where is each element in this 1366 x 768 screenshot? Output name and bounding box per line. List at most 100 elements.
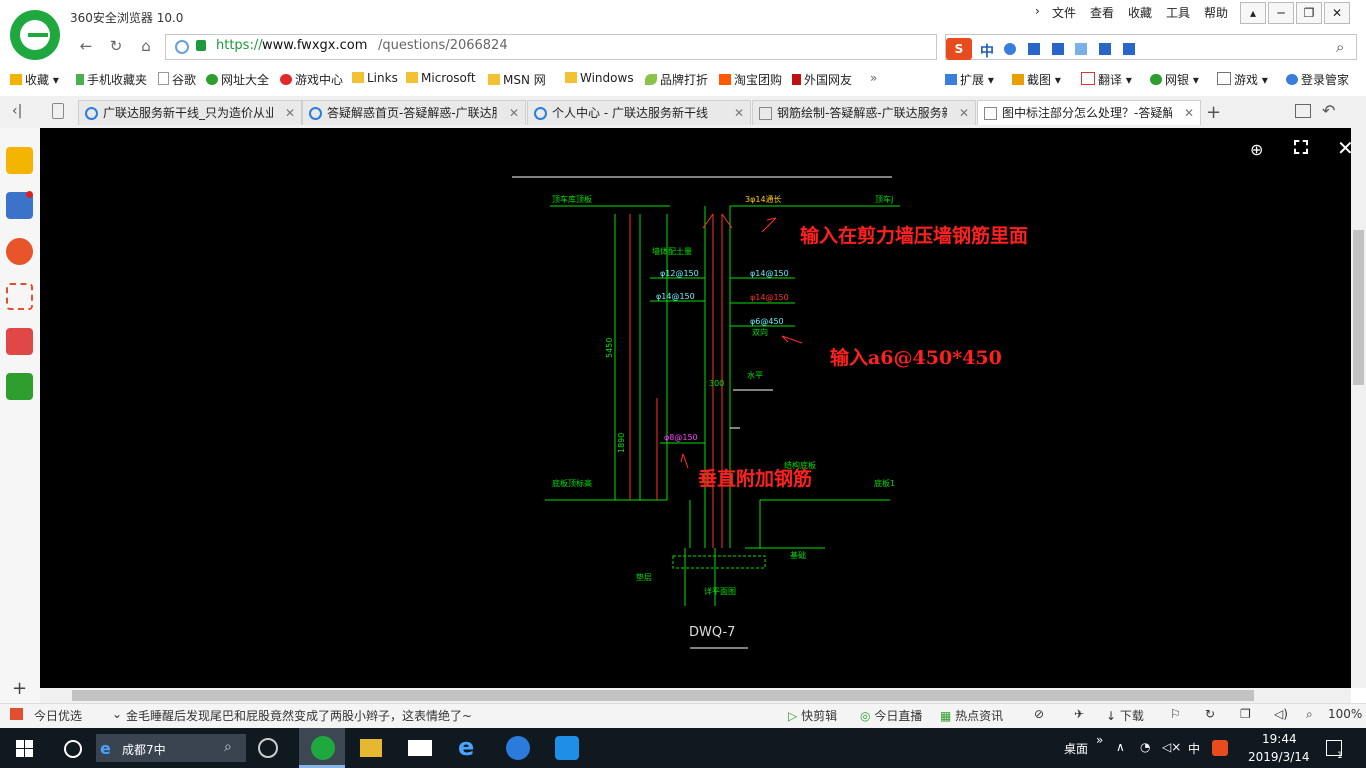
star-icon — [10, 74, 22, 85]
skin-button[interactable]: ▴ — [1240, 2, 1266, 24]
tab-4[interactable]: 钢筋绘制-答疑解惑-广联达服务新 ✕ — [752, 100, 976, 125]
tab-2[interactable]: 答疑解惑首页-答疑解惑-广联达服 ✕ — [302, 100, 526, 125]
tab-5-active[interactable]: 图中标注部分怎么处理？-答疑解 ✕ — [977, 100, 1201, 125]
status-zoom-level[interactable]: 100% — [1328, 707, 1362, 721]
bookmark-foreign[interactable]: 外国网友 — [792, 71, 852, 88]
status-ie-icon[interactable]: ⊘ — [1034, 707, 1044, 721]
bookmark-microsoft[interactable]: Microsoft — [406, 71, 476, 85]
toolbar-screenshot[interactable]: 截图 ▾ — [1012, 71, 1061, 88]
ime-toolbar[interactable] — [1000, 40, 1145, 58]
status-volume-icon[interactable]: ◁) — [1274, 707, 1288, 721]
volume-icon[interactable]: ◁× — [1162, 740, 1181, 754]
favorites-star-icon[interactable] — [6, 147, 33, 174]
sogou-tray-icon[interactable] — [1212, 740, 1228, 756]
status-pin-icon[interactable]: ✈ — [1074, 707, 1084, 721]
home-button[interactable]: ⌂ — [136, 36, 156, 56]
status-zoom-icon[interactable]: ⌕ — [1306, 707, 1313, 722]
maximize-button[interactable]: ❐ — [1296, 2, 1322, 24]
network-icon[interactable]: ◔ — [1140, 740, 1150, 754]
bookmark-msn[interactable]: MSN 网 — [488, 71, 546, 88]
folder-icon — [488, 74, 500, 85]
bookmark-taobao[interactable]: 淘宝团购 — [719, 71, 782, 88]
horizontal-scroll-thumb[interactable] — [72, 690, 1254, 701]
bookmark-windows[interactable]: Windows — [565, 71, 634, 85]
mail-app-icon[interactable] — [408, 740, 432, 756]
desktop-expand-icon[interactable]: » — [1096, 733, 1103, 747]
tray-up-icon[interactable]: ∧ — [1116, 740, 1125, 754]
vertical-scroll-thumb[interactable] — [1353, 230, 1364, 385]
video-icon[interactable] — [6, 373, 33, 400]
edge-icon[interactable]: e — [458, 733, 474, 761]
zoom-in-icon[interactable]: ⊕ — [1250, 140, 1263, 159]
tab-close-icon[interactable]: ✕ — [734, 101, 744, 125]
360-swirl-icon[interactable] — [258, 738, 278, 758]
label-foundation: 基础 — [790, 550, 806, 560]
ime-mode[interactable]: 中 — [980, 41, 994, 61]
mail-icon[interactable] — [6, 283, 33, 310]
tools-app-icon[interactable] — [555, 736, 579, 760]
fullscreen-icon[interactable] — [1294, 140, 1308, 154]
toolbar-extensions[interactable]: 扩展 ▾ — [945, 71, 994, 88]
menu-item-help[interactable]: 帮助 — [1204, 4, 1228, 21]
tab-close-icon[interactable]: ✕ — [1184, 101, 1194, 125]
new-tab-button[interactable]: + — [1206, 102, 1221, 123]
site-info-icon[interactable] — [175, 40, 189, 54]
weibo-icon[interactable] — [6, 238, 33, 265]
bookmark-mobile[interactable]: 手机收藏夹 — [76, 71, 147, 88]
mobile-icon[interactable] — [52, 103, 64, 119]
bookmark-hao[interactable]: 网址大全 — [206, 71, 269, 88]
sogou-ime-icon[interactable]: S — [946, 38, 972, 60]
tab-1[interactable]: 广联达服务新干线_只为造价从业 ✕ — [78, 100, 302, 125]
toolbar-login[interactable]: 登录管家 — [1286, 71, 1349, 88]
tab-close-icon[interactable]: ✕ — [959, 101, 969, 125]
toolbar-bank[interactable]: 网银 ▾ — [1150, 71, 1199, 88]
menu-item-file[interactable]: 文件 — [1052, 4, 1076, 21]
menu-item-view[interactable]: 查看 — [1090, 4, 1114, 21]
bookmark-links[interactable]: Links — [352, 71, 398, 85]
status-headline[interactable]: 金毛睡醒后发现尾巴和屁股竟然变成了两股小辫子，这表情绝了~ — [126, 707, 472, 724]
tab-3[interactable]: 个人中心 - 广联达服务新干线 ✕ — [527, 100, 751, 125]
close-window-button[interactable]: ✕ — [1324, 2, 1350, 24]
bookmark-favorites[interactable]: 收藏 ▾ — [10, 71, 59, 88]
sidebar-toggle-icon[interactable]: ‹| — [12, 103, 22, 119]
status-download[interactable]: ↓ 下载 — [1106, 707, 1144, 724]
back-button[interactable]: ← — [76, 36, 96, 56]
label-rebar-3: φ14@150 — [750, 269, 789, 278]
bookmark-games[interactable]: 游戏中心 — [280, 71, 343, 88]
file-explorer-icon[interactable] — [360, 739, 382, 757]
bookmark-brand[interactable]: 品牌打折 — [645, 71, 708, 88]
tray-ime[interactable]: 中 — [1188, 740, 1200, 757]
desktop-label[interactable]: 桌面 — [1064, 740, 1088, 757]
status-quick-edit[interactable]: ▷ 快剪辑 — [788, 707, 837, 724]
vertical-scrollbar[interactable] — [1351, 128, 1366, 688]
undo-close-icon[interactable]: ↶ — [1322, 101, 1335, 120]
page-icon — [759, 107, 772, 120]
refresh-button[interactable]: ↻ — [106, 36, 126, 56]
status-news[interactable]: ▦ 热点资讯 — [940, 707, 1003, 724]
menu-item-favorites[interactable]: 收藏 — [1128, 4, 1152, 21]
bookmark-google[interactable]: 谷歌 — [158, 71, 196, 88]
cortana-icon[interactable] — [64, 740, 82, 758]
status-today-picks[interactable]: 今日优选 — [34, 707, 82, 724]
tab-restore-icon[interactable] — [1295, 104, 1311, 118]
search-icon[interactable]: ⌕ — [1336, 38, 1344, 56]
status-flag-icon[interactable]: ⚐ — [1170, 707, 1181, 721]
windows-start-icon[interactable] — [16, 740, 33, 757]
tab-close-icon[interactable]: ✕ — [285, 101, 295, 125]
bookmarks-more-icon[interactable]: » — [870, 71, 877, 85]
clock-date[interactable]: 2019/3/14 — [1248, 750, 1310, 764]
clock-time[interactable]: 19:44 — [1262, 732, 1297, 746]
glodon-icon[interactable] — [506, 736, 530, 760]
status-window-icon[interactable]: ❐ — [1240, 707, 1251, 721]
status-refresh-icon[interactable]: ↻ — [1205, 707, 1215, 721]
game-icon[interactable] — [6, 328, 33, 355]
label-rebar-1: φ12@150 — [660, 269, 699, 278]
status-live[interactable]: ◎ 今日直播 — [860, 707, 922, 724]
tab-close-icon[interactable]: ✕ — [509, 101, 519, 125]
toolbar-games[interactable]: 游戏 ▾ — [1217, 71, 1268, 88]
minimize-button[interactable]: ─ — [1268, 2, 1294, 24]
add-sidebar-button[interactable]: + — [12, 678, 27, 699]
menu-item-tools[interactable]: 工具 — [1166, 4, 1190, 21]
menu-file[interactable]: › — [1035, 4, 1040, 18]
toolbar-translate[interactable]: 翻译 ▾ — [1081, 71, 1132, 88]
